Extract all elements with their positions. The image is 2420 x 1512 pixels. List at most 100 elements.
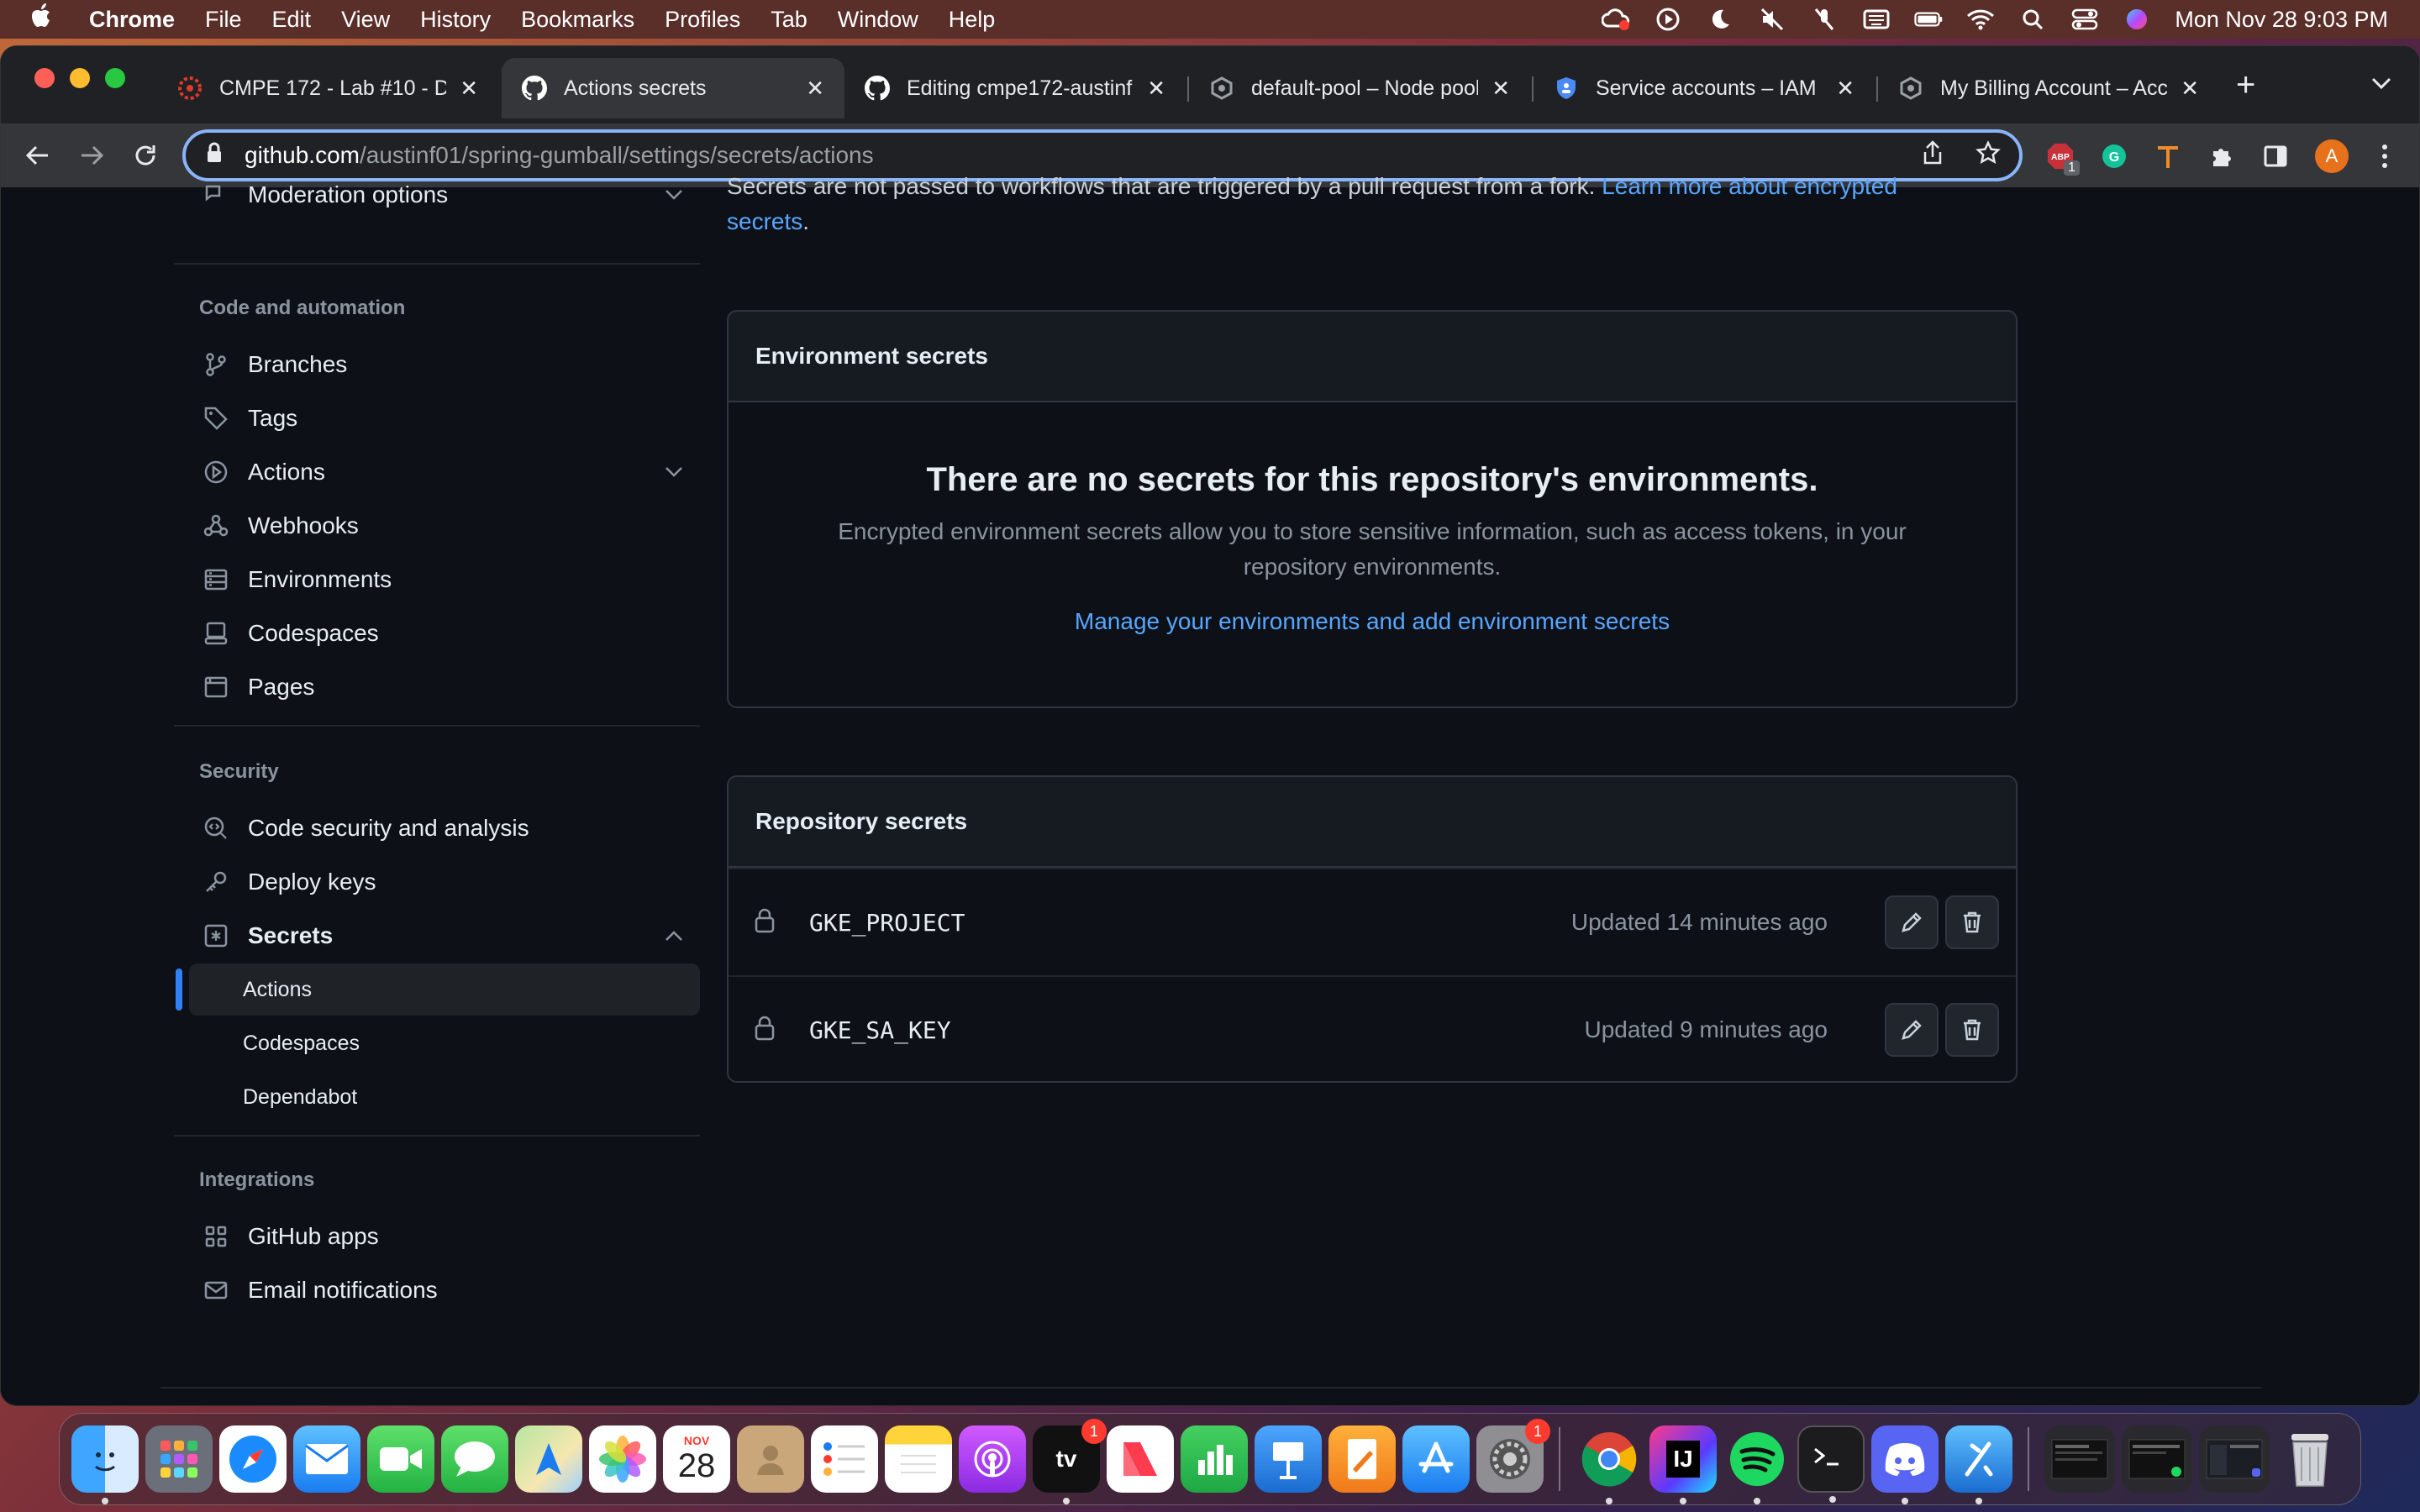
delete-secret-button[interactable]: [1945, 895, 1999, 949]
control-center-icon[interactable]: [2070, 7, 2099, 32]
menu-window[interactable]: Window: [838, 7, 918, 33]
creative-cloud-icon[interactable]: [1602, 7, 1630, 32]
minimized-window-thumbnail[interactable]: [2199, 1425, 2270, 1493]
close-tab-icon[interactable]: ✕: [1147, 76, 1165, 102]
close-tab-icon[interactable]: ✕: [1836, 76, 1854, 102]
sidebar-item-moderation-options[interactable]: Moderation options: [174, 169, 700, 221]
sidebar-item-secrets[interactable]: Secrets: [174, 910, 700, 962]
forward-button[interactable]: [75, 139, 108, 172]
keyboard-icon[interactable]: [1862, 7, 1891, 32]
new-tab-button[interactable]: +: [2236, 66, 2255, 104]
menu-tab[interactable]: Tab: [771, 7, 808, 33]
reminders-icon[interactable]: [811, 1425, 878, 1493]
apple-tv-icon[interactable]: tv 1: [1033, 1419, 1107, 1504]
share-icon[interactable]: [1922, 139, 1944, 171]
tab-billing-account[interactable]: My Billing Account – Acc ✕: [1878, 58, 2219, 118]
finder-icon[interactable]: [71, 1425, 139, 1504]
trash-can-icon[interactable]: [2276, 1425, 2344, 1493]
numbers-icon[interactable]: [1181, 1425, 1248, 1493]
sidebar-item-codespaces[interactable]: Codespaces: [174, 607, 700, 659]
menu-help[interactable]: Help: [949, 7, 996, 33]
focus-moon-icon[interactable]: [1706, 7, 1734, 32]
menu-profiles[interactable]: Profiles: [665, 7, 740, 33]
manage-environments-link[interactable]: Manage your environments and add environ…: [729, 608, 2016, 635]
pages-icon[interactable]: [1328, 1425, 1396, 1493]
minimized-window-thumbnail[interactable]: [2044, 1425, 2115, 1493]
delete-secret-button[interactable]: [1945, 1003, 1999, 1057]
close-tab-icon[interactable]: ✕: [460, 76, 478, 102]
sidebar-subitem-codespaces[interactable]: Codespaces: [174, 1017, 685, 1069]
facetime-icon[interactable]: [367, 1425, 434, 1493]
launchpad-icon[interactable]: [145, 1425, 213, 1493]
app-store-icon[interactable]: [1402, 1425, 1470, 1493]
sidebar-subitem-dependabot[interactable]: Dependabot: [174, 1071, 685, 1123]
chrome-menu-kebab-icon[interactable]: [2370, 142, 2399, 171]
close-tab-icon[interactable]: ✕: [806, 76, 824, 102]
bookmark-star-icon[interactable]: [1975, 139, 2001, 171]
xcode-icon[interactable]: [1945, 1425, 2012, 1504]
wifi-icon[interactable]: [1966, 7, 1995, 32]
minimized-window-thumbnail[interactable]: [2122, 1425, 2192, 1493]
secrets-link[interactable]: secrets: [727, 208, 802, 234]
menu-view[interactable]: View: [341, 7, 390, 33]
sidebar-item-tags[interactable]: Tags: [174, 392, 700, 444]
menu-history[interactable]: History: [420, 7, 491, 33]
tab-editing-cmpe172[interactable]: Editing cmpe172-austinf ✕: [844, 58, 1186, 118]
extensions-puzzle-icon[interactable]: [2207, 142, 2236, 171]
adblock-plus-icon[interactable]: ABP 1: [2046, 142, 2080, 176]
terminal-icon[interactable]: [1797, 1425, 1865, 1503]
system-preferences-icon[interactable]: 1: [1476, 1419, 1550, 1493]
zoom-window-button[interactable]: [105, 68, 125, 88]
back-button[interactable]: [21, 139, 55, 172]
calendar-icon[interactable]: NOV 28: [663, 1425, 730, 1493]
sidebar-subitem-actions[interactable]: Actions: [189, 963, 700, 1016]
play-icon[interactable]: [1654, 7, 1682, 32]
close-window-button[interactable]: [34, 68, 55, 88]
notes-icon[interactable]: [885, 1425, 952, 1493]
safari-icon[interactable]: [219, 1425, 287, 1493]
grammarly-icon[interactable]: G: [2100, 142, 2128, 171]
mail-app-icon[interactable]: [293, 1425, 360, 1493]
sidebar-item-email-notifications[interactable]: Email notifications: [174, 1264, 700, 1316]
siri-icon[interactable]: [2123, 7, 2151, 32]
maps-icon[interactable]: [515, 1425, 582, 1493]
battery-icon[interactable]: [1914, 7, 1943, 32]
menu-edit[interactable]: Edit: [272, 7, 312, 33]
lock-icon[interactable]: [206, 142, 223, 170]
minimize-window-button[interactable]: [70, 68, 90, 88]
sidebar-item-github-apps[interactable]: GitHub apps: [174, 1210, 700, 1263]
tab-default-pool[interactable]: default-pool – Node pool ✕: [1189, 58, 1530, 118]
podcasts-icon[interactable]: [959, 1425, 1026, 1493]
tab-actions-secrets[interactable]: Actions secrets ✕: [502, 58, 844, 118]
messages-icon[interactable]: [441, 1425, 508, 1493]
tab-search-chevron-icon[interactable]: [2370, 70, 2392, 96]
menu-file[interactable]: File: [205, 7, 242, 33]
contacts-icon[interactable]: [737, 1425, 804, 1493]
spotlight-search-icon[interactable]: [2018, 7, 2047, 32]
sidebar-item-pages[interactable]: Pages: [174, 661, 700, 713]
apple-menu-icon[interactable]: [30, 3, 74, 36]
profile-avatar[interactable]: A: [2315, 139, 2349, 173]
reload-button[interactable]: [129, 139, 162, 172]
mute-icon[interactable]: [1758, 7, 1786, 32]
sidebar-item-code-security[interactable]: Code security and analysis: [174, 802, 700, 854]
discord-icon[interactable]: [1871, 1425, 1939, 1504]
close-tab-icon[interactable]: ✕: [2181, 76, 2199, 102]
tab-cmpe172-lab[interactable]: CMPE 172 - Lab #10 - De ✕: [157, 58, 498, 118]
menu-bookmarks[interactable]: Bookmarks: [521, 7, 634, 33]
tab-service-accounts[interactable]: Service accounts – IAM & ✕: [1534, 58, 1875, 118]
learn-more-link[interactable]: Learn more about encrypted: [1602, 173, 1897, 199]
edit-secret-button[interactable]: [1885, 1003, 1939, 1057]
sidebar-item-branches[interactable]: Branches: [174, 339, 700, 391]
keynote-icon[interactable]: [1255, 1425, 1322, 1493]
news-icon[interactable]: [1107, 1425, 1174, 1493]
photos-icon[interactable]: [589, 1425, 656, 1493]
chrome-app-icon[interactable]: [1576, 1425, 1643, 1504]
menu-app-chrome[interactable]: Chrome: [89, 7, 175, 33]
sidebar-item-webhooks[interactable]: Webhooks: [174, 500, 700, 552]
mic-off-icon[interactable]: [1810, 7, 1839, 32]
sidebar-item-environments[interactable]: Environments: [174, 554, 700, 606]
arrow-up-extension-icon[interactable]: [2154, 142, 2182, 171]
side-panel-icon[interactable]: [2261, 142, 2290, 171]
intellij-icon[interactable]: IJ: [1649, 1425, 1717, 1504]
